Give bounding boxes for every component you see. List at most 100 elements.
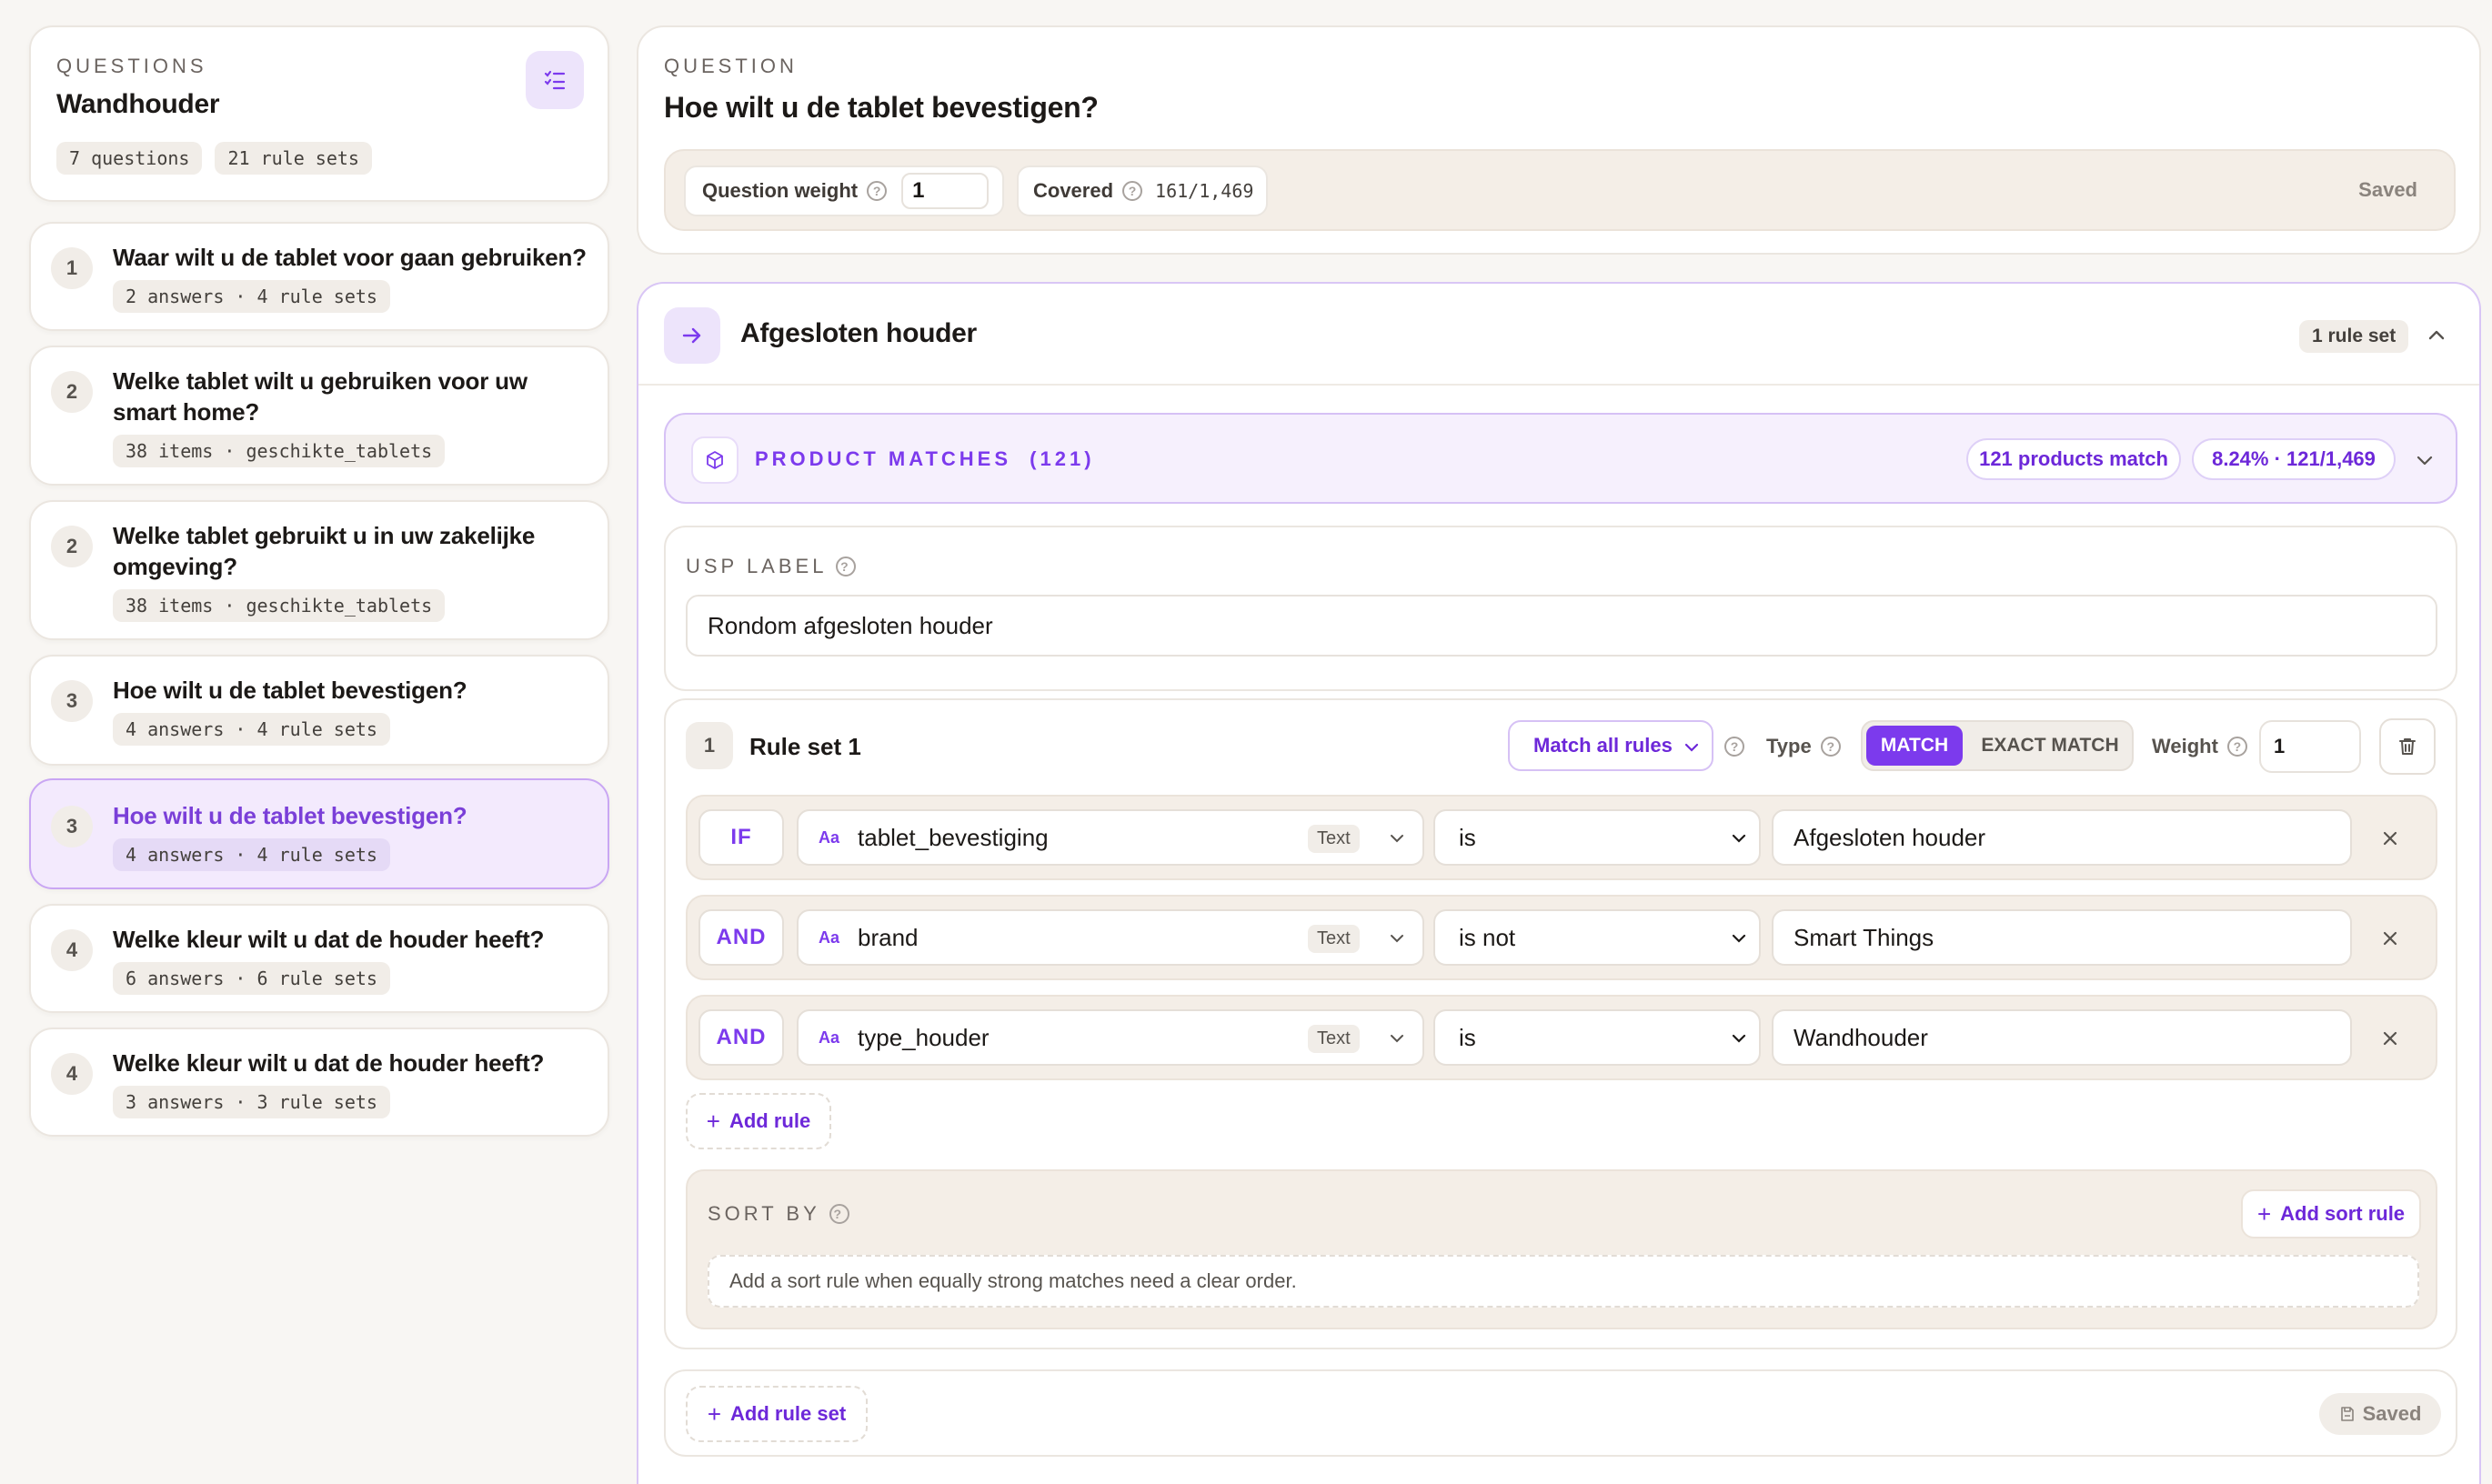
question-title: Hoe wilt u de tablet bevestigen? [113,802,467,829]
answer-header[interactable]: Afgesloten houder 1 rule set [638,284,2479,386]
question-item[interactable]: 2 Welke tablet wilt u gebruiken voor uw … [29,346,609,486]
question-header-card: QUESTION Hoe wilt u de tablet bevestigen… [637,25,2481,255]
answer-card: Afgesloten houder 1 rule set PRODUCT MAT… [637,282,2481,1484]
rule-field-select[interactable]: Aa brand Text [797,909,1424,966]
help-icon[interactable]: ? [829,1204,849,1224]
question-number: 1 [51,247,93,289]
rule-row: IF Aa tablet_bevestiging Text is Afgeslo… [686,795,2437,880]
rule-field-name: type_houder [858,1023,990,1051]
question-meta: 2 answers · 4 rule sets [113,280,390,313]
question-number: 2 [51,526,93,567]
help-icon[interactable]: ? [1122,181,1143,201]
question-meta: 4 answers · 4 rule sets [113,713,390,746]
usp-label-input[interactable]: Rondom afgesloten houder [686,595,2437,657]
delete-rule-set-button[interactable] [2379,718,2436,775]
rule-value-input[interactable]: Smart Things [1772,909,2352,966]
rule-operator-select[interactable]: is not [1433,909,1761,966]
add-sort-rule-button[interactable]: + Add sort rule [2241,1189,2421,1238]
rule-keyword: AND [698,909,784,966]
question-number: 3 [51,680,93,722]
rule-operator-select[interactable]: is [1433,1009,1761,1066]
field-type-tag: Text [1308,925,1360,953]
sort-by-panel: SORT BY ? + Add sort rule Add a sort rul… [686,1169,2437,1329]
rule-field-name: brand [858,923,919,951]
question-meta: 6 answers · 6 rule sets [113,962,390,995]
question-number: 3 [51,806,93,847]
question-weight-input[interactable]: 1 [901,173,990,209]
question-number: 2 [51,371,93,413]
rule-set-title: Rule set 1 [749,733,861,760]
rule-row: AND Aa type_houder Text is Wandhouder [686,995,2437,1080]
products-match-badge: 121 products match [1966,438,2181,480]
question-title: Hoe wilt u de tablet bevestigen? [113,677,467,704]
question-item-active[interactable]: 3 Hoe wilt u de tablet bevestigen? 4 ans… [29,778,609,889]
chevron-down-icon [1732,834,1746,843]
rule-set-weight-input[interactable]: 1 [2259,720,2361,773]
match-mode-select[interactable]: Match all rules [1508,720,1713,771]
sidebar-eyebrow: QUESTIONS [56,55,207,77]
sort-empty-text: Add a sort rule when equally strong matc… [729,1269,1297,1292]
add-rule-label: Add rule [729,1109,811,1132]
product-matches-label: PRODUCT MATCHES [755,447,1012,470]
type-option-match[interactable]: MATCH [1866,726,1963,766]
question-title: Welke tablet wilt u gebruiken voor uw sm… [113,367,528,426]
add-rule-set-button[interactable]: + Add rule set [686,1386,868,1442]
product-matches-count: (121) [1030,447,1095,470]
save-icon [2340,1407,2354,1421]
rule-value-input[interactable]: Afgesloten houder [1772,809,2352,866]
add-rule-set-label: Add rule set [730,1402,847,1425]
question-item[interactable]: 2 Welke tablet gebruikt u in uw zakelijk… [29,500,609,640]
question-title: Welke kleur wilt u dat de houder heeft? [113,926,545,953]
rule-field-select[interactable]: Aa type_houder Text [797,1009,1424,1066]
type-option-exact-match[interactable]: EXACT MATCH [1970,726,2130,766]
help-icon[interactable]: ? [1724,737,1744,757]
question-meta: 4 answers · 4 rule sets [113,838,390,871]
close-icon[interactable] [2379,827,2401,849]
question-meta: 38 items · geschikte_tablets [113,589,446,622]
sidebar-title: Wandhouder [56,89,220,119]
arrow-right-icon [664,307,720,364]
covered-group: Covered ? 161/1,469 [1017,165,1268,216]
rule-value-input[interactable]: Wandhouder [1772,1009,2352,1066]
rule-operator-value: is not [1459,923,1516,951]
rule-value: Smart Things [1794,923,1934,951]
chevron-down-icon [1732,1034,1746,1043]
chevron-down-icon[interactable] [2414,449,2436,471]
rule-field-select[interactable]: Aa tablet_bevestiging Text [797,809,1424,866]
help-icon[interactable]: ? [867,181,888,201]
chevron-down-icon [1684,743,1699,752]
add-rule-button[interactable]: + Add rule [686,1093,831,1149]
rule-operator-select[interactable]: is [1433,809,1761,866]
question-item[interactable]: 4 Welke kleur wilt u dat de houder heeft… [29,904,609,1013]
rule-value: Afgesloten houder [1794,823,1986,851]
rule-row: AND Aa brand Text is not Smart Things [686,895,2437,980]
rule-set-weight-value: 1 [2274,735,2286,757]
chevron-down-icon [1391,835,1403,843]
question-item[interactable]: 1 Waar wilt u de tablet voor gaan gebrui… [29,222,609,331]
rule-operator-value: is [1459,823,1476,851]
question-eyebrow: QUESTION [664,55,798,77]
question-number: 4 [51,1053,93,1095]
chevron-down-icon [1391,935,1403,943]
text-type-icon: Aa [819,827,840,847]
covered-value: 161/1,469 [1155,180,1254,202]
question-title: Waar wilt u de tablet voor gaan gebruike… [113,244,587,271]
question-item[interactable]: 3 Hoe wilt u de tablet bevestigen? 4 ans… [29,655,609,766]
match-mode-value: Match all rules [1533,734,1673,757]
product-matches-panel[interactable]: PRODUCT MATCHES (121) 121 products match… [664,413,2457,504]
question-title: Welke tablet gebruikt u in uw zakelijke … [113,522,536,580]
question-item[interactable]: 4 Welke kleur wilt u dat de houder heeft… [29,1028,609,1137]
usp-label-value: Rondom afgesloten houder [708,611,993,639]
help-icon[interactable]: ? [1820,737,1841,757]
type-label: Type [1766,735,1812,757]
rule-field-name: tablet_bevestiging [858,823,1049,851]
close-icon[interactable] [2379,928,2401,949]
usp-label-heading: USP LABEL [686,555,828,577]
help-icon[interactable]: ? [2226,737,2247,757]
list-toggle-button[interactable] [526,51,584,109]
type-toggle: MATCH EXACT MATCH [1861,720,2134,771]
chevron-up-icon[interactable] [2425,324,2448,347]
question-settings-bar: Question weight ? 1 Covered ? 161/1,469 … [664,149,2456,231]
help-icon[interactable]: ? [836,556,857,577]
close-icon[interactable] [2379,1028,2401,1049]
